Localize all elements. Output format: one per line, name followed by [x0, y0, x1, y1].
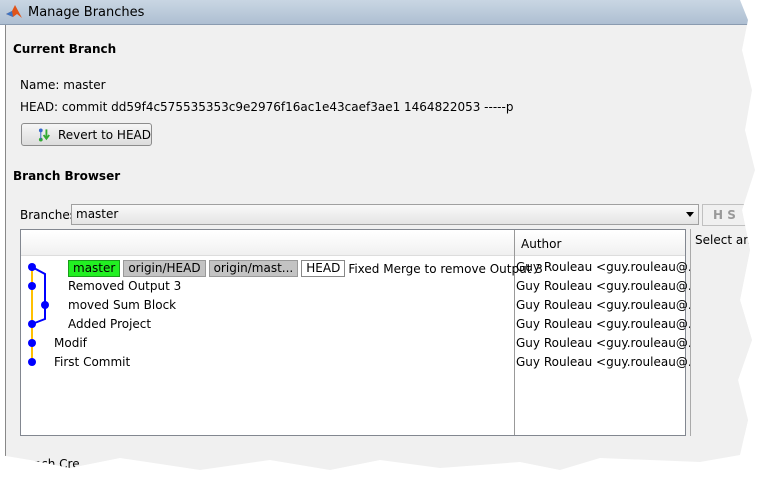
author-cell: Guy Rouleau <guy.rouleau@... [516, 298, 700, 312]
commit-message: First Commit [54, 355, 131, 369]
dialog-content: Current Branch Name: master HEAD: commit… [5, 25, 762, 471]
table-header: Author [21, 232, 685, 256]
author-cell: Guy Rouleau <guy.rouleau@... [516, 355, 700, 369]
details-panel: Select an e [690, 229, 762, 436]
commit-table[interactable]: Author master origin/HEAD origin/mast... HE… [20, 229, 699, 436]
current-branch-heading: Current Branch [13, 42, 117, 56]
details-text: Select an e [695, 233, 762, 247]
revert-icon [38, 127, 50, 142]
branch-browser-heading: Branch Browser [13, 169, 121, 183]
commit-message: Fixed Merge to remove Output 3 [348, 261, 543, 276]
branches-dropdown[interactable]: master [71, 204, 699, 225]
commit-message: Removed Output 3 [68, 279, 182, 293]
revert-label: Revert to HEAD [57, 127, 151, 142]
table-row[interactable]: First Commit Guy Rouleau <guy.rouleau@... [21, 353, 699, 372]
commit-message-cell: moved Sum Block [68, 298, 176, 312]
author-cell: Guy Rouleau <guy.rouleau@... [516, 336, 700, 350]
table-row[interactable]: master origin/HEAD origin/mast... HEAD Fixed… [21, 258, 699, 277]
ref-tag: master [68, 260, 121, 277]
commit-message-cell: First Commit [54, 355, 130, 369]
commit-message: Modif [54, 336, 87, 350]
commit-message-cell: Removed Output 3 [68, 279, 181, 293]
commit-message-cell: Modif [54, 336, 87, 350]
window-title: Manage Branches [28, 5, 145, 20]
branch-name: Name: master [20, 78, 106, 92]
branch-create-heading: Branch Cre [13, 457, 80, 471]
author-cell: Guy Rouleau <guy.rouleau@... [516, 260, 700, 274]
manage-branches-window: Manage Branches Current Branch Name: mas… [0, 0, 762, 471]
ref-tag: HEAD [301, 260, 346, 277]
chevron-down-icon [686, 212, 694, 217]
commit-message: Added Project [68, 317, 152, 331]
head-commit: HEAD: commit dd59f4c575535353c9e2976f16a… [20, 100, 514, 114]
author-cell: Guy Rouleau <guy.rouleau@... [516, 279, 700, 293]
branches-selected: master [76, 207, 119, 221]
commit-message-cell: master origin/HEAD origin/mast... HEAD Fixed… [68, 260, 543, 277]
title-bar: Manage Branches [0, 0, 755, 25]
table-row[interactable]: Removed Output 3 Guy Rouleau <guy.rouleau… [21, 277, 699, 296]
revert-to-head-button[interactable]: Revert to HEAD [21, 123, 152, 146]
table-row[interactable]: Modif Guy Rouleau <guy.rouleau@... [21, 334, 699, 353]
author-cell: Guy Rouleau <guy.rouleau@... [516, 317, 700, 331]
table-row[interactable]: moved Sum Block Guy Rouleau <guy.rouleau@… [21, 296, 699, 315]
side-action-button[interactable]: H S [702, 204, 755, 226]
table-row[interactable]: Added Project Guy Rouleau <guy.rouleau@..… [21, 315, 699, 334]
commit-message-cell: Added Project [68, 317, 151, 331]
column-author[interactable]: Author [521, 237, 561, 251]
matlab-logo-icon [6, 5, 22, 18]
ref-tag: origin/mast... [208, 260, 299, 277]
commit-message: moved Sum Block [68, 298, 177, 312]
merge-icon: H [713, 208, 728, 222]
side-button-label: S [727, 208, 736, 222]
ref-tag: origin/HEAD [123, 260, 206, 277]
